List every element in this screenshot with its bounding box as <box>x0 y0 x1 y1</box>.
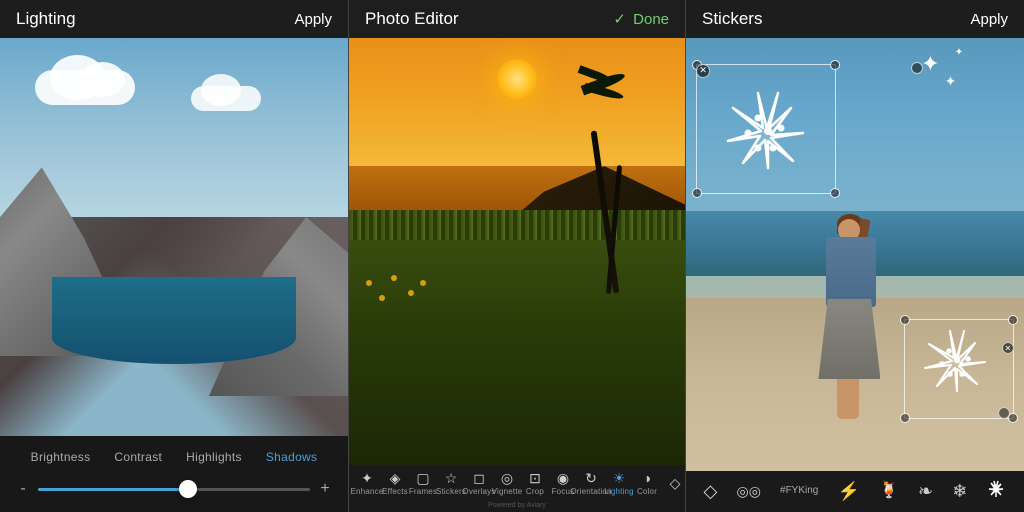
cloud-2 <box>191 86 261 111</box>
sticker-tool-glasses[interactable]: ◎◎ <box>736 484 760 498</box>
palm-area <box>575 59 635 294</box>
powered-by-label: Powered by Aviary <box>349 500 685 512</box>
sticker-tool-diamond[interactable]: ◇ <box>704 482 718 500</box>
flower-5 <box>420 280 426 286</box>
flower-4 <box>408 290 414 296</box>
focus-icon: ◉ <box>557 471 569 485</box>
slider-track[interactable] <box>38 488 310 491</box>
sticker-tool-cocktail[interactable]: 🍹 <box>879 483 899 499</box>
lighting-controls: Brightness Contrast Highlights Shadows -… <box>0 436 348 512</box>
orientation-icon: ↻ <box>585 471 597 485</box>
stickers-photo: ✦ ✦ ✦ ✕ <box>686 38 1024 471</box>
sticker-toolbar: ◇ ◎◎ #FYKing ⚡ 🍹 ❧ ❄ <box>686 471 1024 512</box>
stickers-header: Stickers Apply <box>686 0 1024 38</box>
person-skirt <box>818 299 880 379</box>
tool-lighting[interactable]: ☀ Lighting <box>605 471 633 496</box>
color-label: Color <box>637 487 657 496</box>
frames-icon: ▢ <box>416 471 429 485</box>
stickers-title: Stickers <box>702 9 762 29</box>
stickers-panel: Stickers Apply <box>686 0 1024 512</box>
fjord-background <box>0 38 348 436</box>
tool-frames[interactable]: ▢ Frames <box>409 471 437 496</box>
overlays-icon: ◻ <box>473 471 485 485</box>
frames-label: Frames <box>409 487 437 496</box>
slider-fill <box>38 488 188 491</box>
sharpen-icon: ◇ <box>670 476 681 490</box>
done-checkmark-icon: ✓ <box>613 11 626 28</box>
lighting-apply-button[interactable]: Apply <box>294 11 332 28</box>
tool-effects[interactable]: ◈ Effects <box>381 471 409 496</box>
beach-sun <box>497 59 537 99</box>
tool-overlays[interactable]: ◻ Overlays <box>465 471 493 496</box>
crop-label: Crop <box>526 487 544 496</box>
beach2-sky <box>686 38 1024 233</box>
beach-photo <box>349 38 685 465</box>
tool-orientation[interactable]: ↻ Orientation <box>577 471 605 496</box>
lighting-photo <box>0 38 348 436</box>
sticker-tool-feather[interactable]: ❧ <box>918 482 933 500</box>
tool-enhance[interactable]: ✦ Enhance <box>353 471 381 496</box>
person-legs <box>837 379 859 419</box>
person-body <box>826 237 876 307</box>
tool-vignette[interactable]: ◎ Vignette <box>493 471 521 496</box>
sticker-tool-lightning[interactable]: ⚡ <box>837 482 859 500</box>
lighting-icon: ☀ <box>613 471 626 485</box>
effects-icon: ◈ <box>390 471 401 485</box>
lighting-label-tool: Lighting <box>604 487 634 496</box>
stickers-icon: ☆ <box>445 471 458 485</box>
tool-crop[interactable]: ⊡ Crop <box>521 471 549 496</box>
slider-thumb[interactable] <box>179 480 197 498</box>
adjustment-tabs: Brightness Contrast Highlights Shadows <box>0 446 348 468</box>
sticker-tool-starfish[interactable] <box>986 479 1006 502</box>
lighting-panel: Lighting Apply Brightness Contrast Highl… <box>0 0 348 512</box>
person <box>814 219 894 419</box>
photo-editor-header: Photo Editor ✓ Done <box>349 0 685 38</box>
flower-2 <box>379 295 385 301</box>
flower-1 <box>366 280 372 286</box>
effects-label: Effects <box>382 487 408 496</box>
slider-row: - + <box>0 480 348 498</box>
flower-3 <box>391 275 397 281</box>
sticker-tool-hashtag[interactable]: #FYKing <box>780 486 818 496</box>
color-icon: ◑ <box>643 471 651 485</box>
tool-stickers[interactable]: ☆ Stickers <box>437 471 465 496</box>
sticker-tool-snowflake[interactable]: ❄ <box>952 482 967 500</box>
lighting-title: Lighting <box>16 9 76 29</box>
tab-highlights[interactable]: Highlights <box>174 446 254 468</box>
photo-editor-title: Photo Editor <box>365 9 459 29</box>
vignette-icon: ◎ <box>501 471 513 485</box>
slider-min-label: - <box>16 480 30 498</box>
lighting-header: Lighting Apply <box>0 0 348 38</box>
photo-editor-panel: Photo Editor ✓ Done <box>348 0 686 512</box>
tab-brightness[interactable]: Brightness <box>19 446 103 468</box>
editor-toolbar: ✦ Enhance ◈ Effects ▢ Frames ☆ Stickers … <box>349 465 685 500</box>
beach-background <box>349 38 685 465</box>
crop-icon: ⊡ <box>529 471 541 485</box>
tab-shadows[interactable]: Shadows <box>254 446 329 468</box>
tab-contrast[interactable]: Contrast <box>102 446 174 468</box>
enhance-icon: ✦ <box>361 471 373 485</box>
slider-max-label: + <box>318 480 332 498</box>
tool-sharpen[interactable]: ◇ <box>661 476 686 492</box>
cloud-1 <box>35 70 135 105</box>
tool-color[interactable]: ◑ Color <box>633 471 661 496</box>
beach2-background: ✦ ✦ ✦ ✕ <box>686 38 1024 471</box>
vignette-label: Vignette <box>492 487 523 496</box>
fjord-water <box>52 277 296 365</box>
enhance-label: Enhance <box>351 487 384 496</box>
photo-editor-done-button[interactable]: ✓ Done <box>613 10 669 28</box>
flowers-area <box>349 264 517 315</box>
stickers-apply-button[interactable]: Apply <box>970 11 1008 28</box>
